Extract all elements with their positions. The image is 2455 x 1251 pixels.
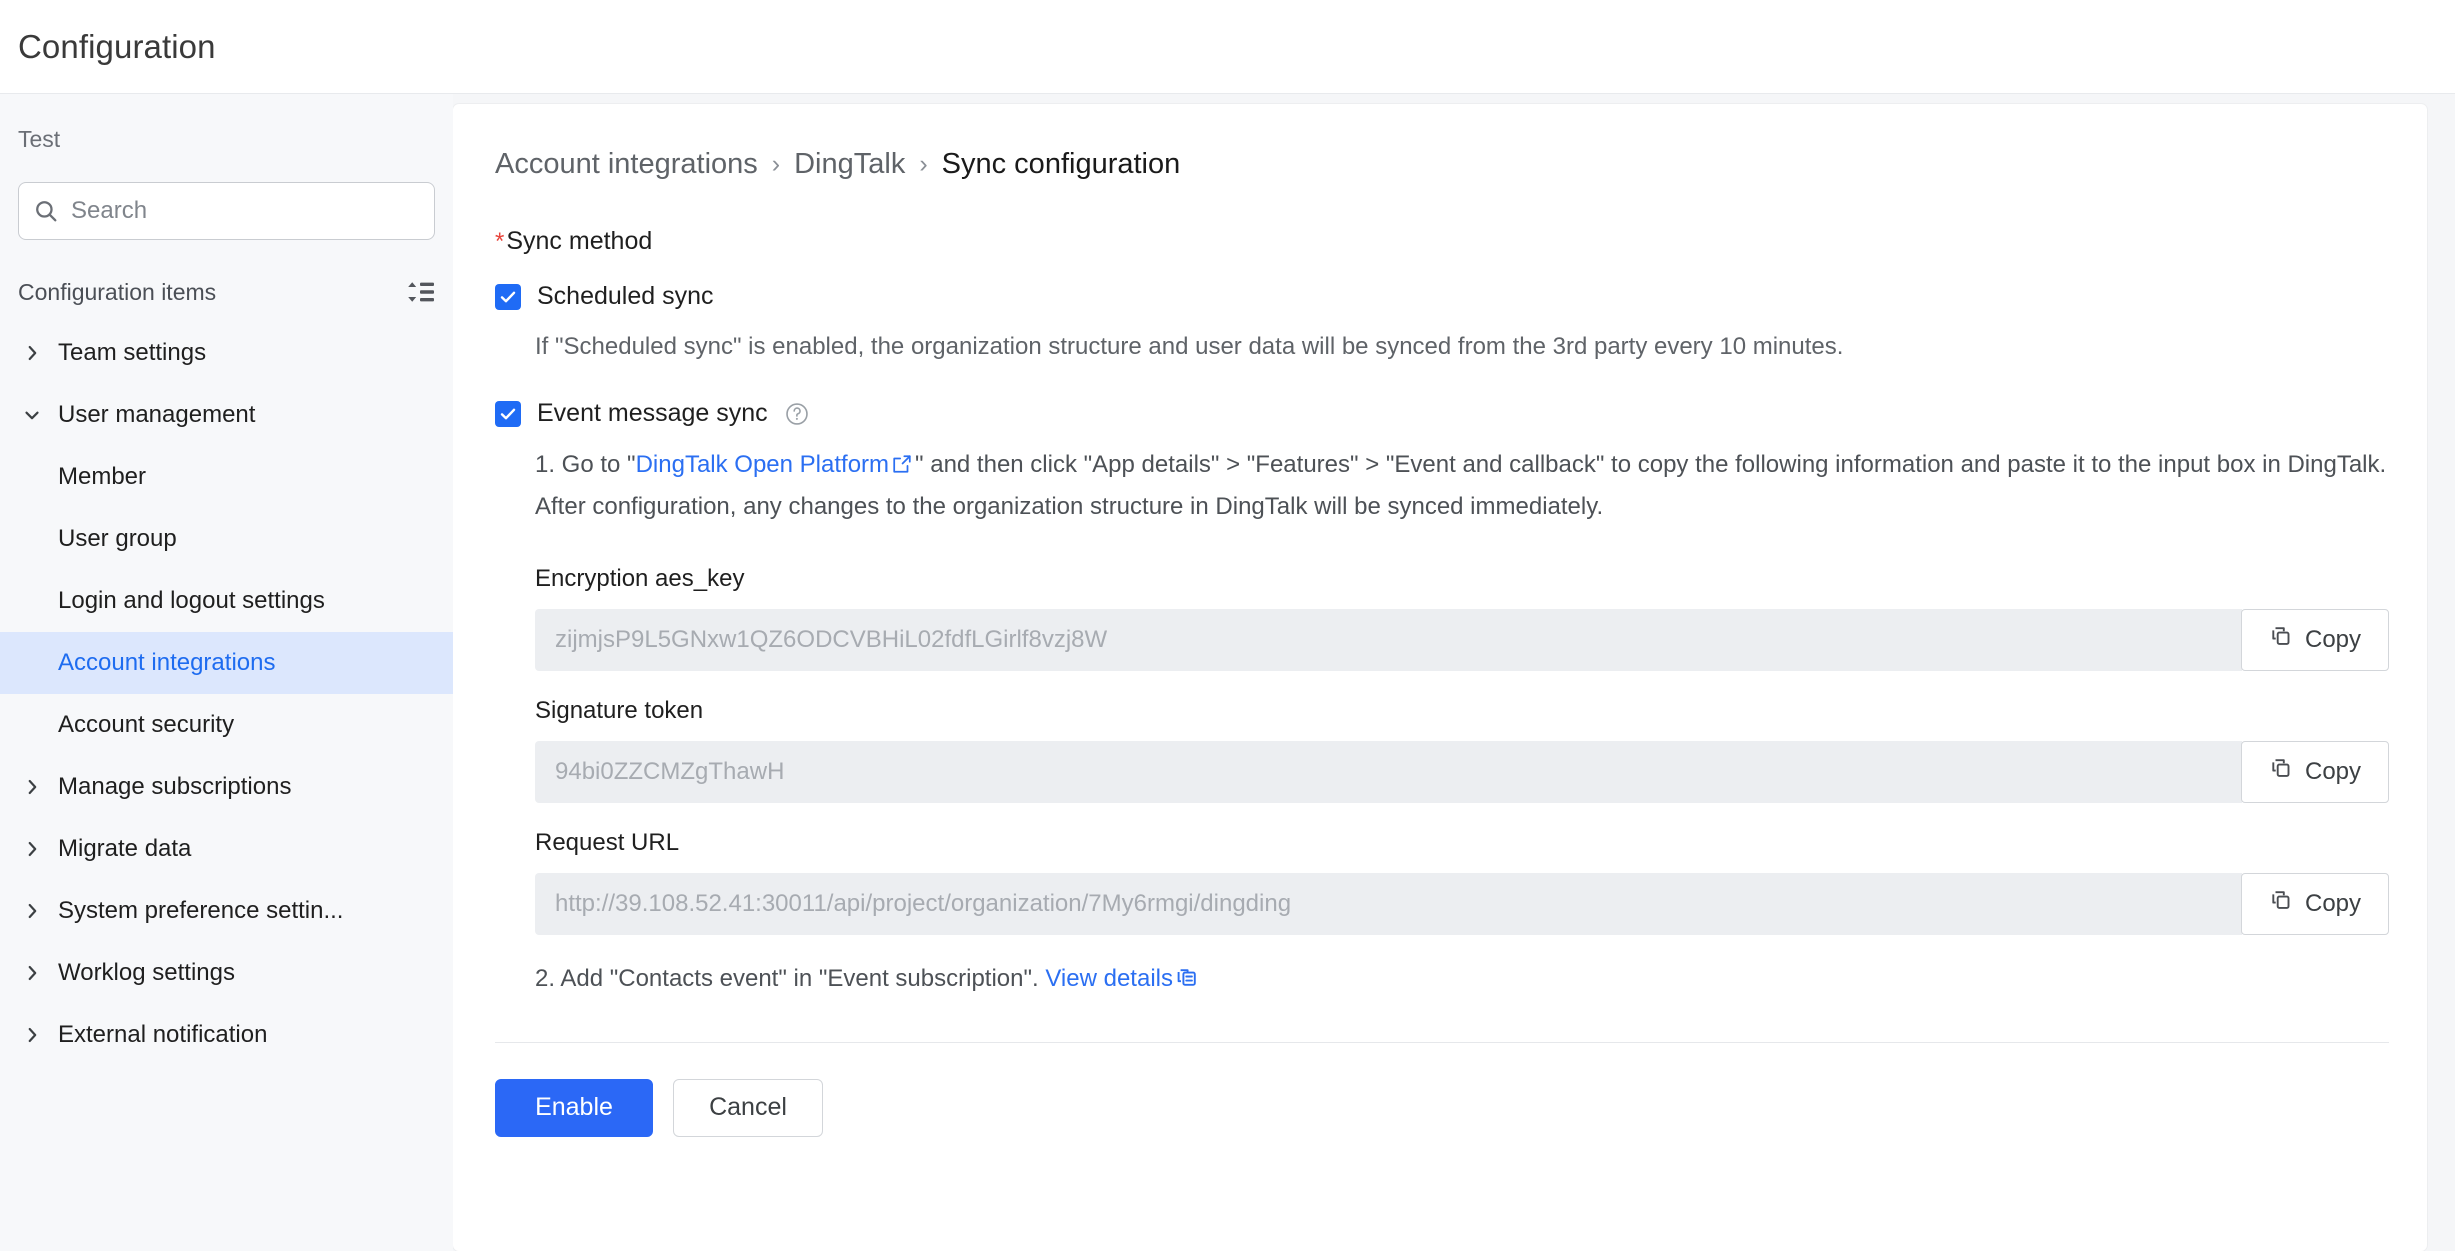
form-actions: Enable Cancel — [495, 1043, 2389, 1137]
organization-name: Test — [18, 126, 61, 152]
chevron-right-icon[interactable] — [18, 962, 46, 984]
encryption-aes-key-row: Copy — [535, 608, 2389, 671]
sidebar-item-label: Account security — [58, 711, 235, 738]
cancel-button[interactable]: Cancel — [673, 1078, 823, 1137]
copy-icon — [2269, 888, 2293, 919]
copy-icon — [2269, 624, 2293, 655]
question-mark-icon[interactable] — [784, 401, 810, 427]
sidebar-item-user-management[interactable]: User management — [0, 384, 453, 446]
field-group-signature-token: Signature token Copy — [535, 697, 2389, 803]
sidebar-item-worklog-settings[interactable]: Worklog settings — [0, 942, 453, 1004]
search-box[interactable] — [18, 182, 435, 240]
scheduled-sync-label: Scheduled sync — [537, 282, 714, 310]
app-header: Configuration — [0, 0, 2455, 94]
sidebar-item-system-preference-settin[interactable]: System preference settin... — [0, 880, 453, 942]
required-marker: * — [495, 228, 505, 255]
sidebar-item-label: User management — [58, 401, 256, 428]
scheduled-sync-row[interactable]: Scheduled sync — [495, 282, 2389, 311]
sidebar-item-account-integrations[interactable]: Account integrations — [0, 632, 453, 694]
enable-button[interactable]: Enable — [495, 1078, 653, 1137]
field-group-request-url: Request URL Copy — [535, 829, 2389, 935]
step-1-instruction: 1. Go to "DingTalk Open Platform " and t… — [535, 446, 2389, 527]
sidebar-item-login-and-logout-settings[interactable]: Login and logout settings — [0, 570, 453, 632]
request-url-label: Request URL — [535, 828, 680, 856]
sidebar-item-label: Login and logout settings — [58, 587, 325, 614]
external-link-icon[interactable] — [891, 449, 913, 488]
configuration-items-header: Configuration items — [0, 274, 453, 310]
chevron-right-icon[interactable] — [18, 900, 46, 922]
copy-icon — [2269, 756, 2293, 787]
event-message-sync-row[interactable]: Event message sync — [495, 399, 2389, 428]
sidebar-item-label: System preference settin... — [58, 897, 344, 924]
sidebar-item-migrate-data[interactable]: Migrate data — [0, 818, 453, 880]
encryption-aes-key-label: Encryption aes_key — [535, 564, 745, 592]
request-url-input[interactable] — [535, 872, 2242, 935]
sidebar-item-label: Worklog settings — [58, 959, 235, 986]
breadcrumb-item-dingtalk[interactable]: DingTalk — [794, 148, 905, 181]
sidebar-item-team-settings[interactable]: Team settings — [0, 322, 453, 384]
copy-label: Copy — [2304, 625, 2362, 653]
sidebar-item-external-notification[interactable]: External notification — [0, 1004, 453, 1066]
event-message-sync-checkbox[interactable] — [495, 400, 521, 427]
breadcrumb-item-sync-configuration: Sync configuration — [941, 148, 1181, 180]
scheduled-sync-checkbox[interactable] — [495, 283, 521, 310]
dingtalk-open-platform-link[interactable]: DingTalk Open Platform — [636, 451, 889, 478]
sidebar: Test Configuration items — [0, 94, 453, 1251]
copy-encryption-aes-key-button[interactable]: Copy — [2241, 608, 2389, 671]
step-2-instruction: 2. Add "Contacts event" in "Event subscr… — [535, 961, 2389, 1000]
request-url-row: Copy — [535, 872, 2389, 935]
chevron-right-icon[interactable] — [18, 776, 46, 798]
signature-token-label: Signature token — [535, 696, 704, 724]
search-icon — [33, 198, 59, 224]
chevron-right-icon[interactable] — [18, 838, 46, 860]
scheduled-sync-hint: If "Scheduled sync" is enabled, the orga… — [535, 333, 1844, 360]
main-area: Account integrations › DingTalk › Sync c… — [453, 94, 2455, 1251]
sidebar-nav-list: Team settings User management Member User g… — [0, 322, 453, 1066]
sidebar-item-manage-subscriptions[interactable]: Manage subscriptions — [0, 756, 453, 818]
breadcrumb-separator: › — [919, 150, 928, 178]
copy-request-url-button[interactable]: Copy — [2241, 872, 2389, 935]
signature-token-row: Copy — [535, 740, 2389, 803]
document-link-icon[interactable] — [1175, 964, 1199, 1000]
copy-label: Copy — [2304, 757, 2362, 785]
sidebar-item-label: Member — [58, 463, 147, 490]
breadcrumb-separator: › — [771, 150, 781, 178]
content-card: Account integrations › DingTalk › Sync c… — [453, 104, 2427, 1251]
sidebar-item-label: Migrate data — [58, 835, 192, 862]
configuration-items-title: Configuration items — [18, 278, 217, 305]
sidebar-item-label: External notification — [58, 1021, 268, 1048]
encryption-aes-key-input[interactable] — [535, 608, 2242, 671]
step-1-prefix: 1. Go to " — [535, 451, 636, 478]
sidebar-item-label: User group — [58, 525, 177, 552]
search-input[interactable] — [71, 197, 420, 225]
view-details-link[interactable]: View details — [1045, 965, 1173, 992]
sidebar-item-member[interactable]: Member — [0, 446, 453, 508]
expand-collapse-icon[interactable] — [407, 280, 435, 304]
sync-method-label: Sync method — [506, 227, 653, 255]
chevron-right-icon[interactable] — [18, 1024, 46, 1046]
sync-method-label-row: * Sync method — [495, 227, 2389, 256]
breadcrumb-item-account-integrations[interactable]: Account integrations — [495, 148, 758, 181]
event-message-sync-label: Event message sync — [537, 399, 768, 427]
page-title: Configuration — [18, 27, 216, 65]
sidebar-item-user-group[interactable]: User group — [0, 508, 453, 570]
signature-token-input[interactable] — [535, 740, 2242, 803]
copy-signature-token-button[interactable]: Copy — [2241, 740, 2389, 803]
sidebar-item-label: Team settings — [58, 339, 207, 366]
breadcrumb: Account integrations › DingTalk › Sync c… — [495, 148, 2389, 181]
body-wrapper: Test Configuration items — [0, 94, 2455, 1251]
sidebar-item-account-security[interactable]: Account security — [0, 694, 453, 756]
step-2-prefix: 2. Add "Contacts event" in "Event subscr… — [535, 964, 1046, 992]
chevron-down-icon[interactable] — [18, 404, 46, 426]
field-group-encryption-aes-key: Encryption aes_key Copy — [535, 565, 2389, 671]
chevron-right-icon[interactable] — [18, 342, 46, 364]
sidebar-item-label: Manage subscriptions — [58, 773, 292, 800]
sidebar-item-label: Account integrations — [58, 649, 276, 676]
copy-label: Copy — [2304, 889, 2362, 917]
